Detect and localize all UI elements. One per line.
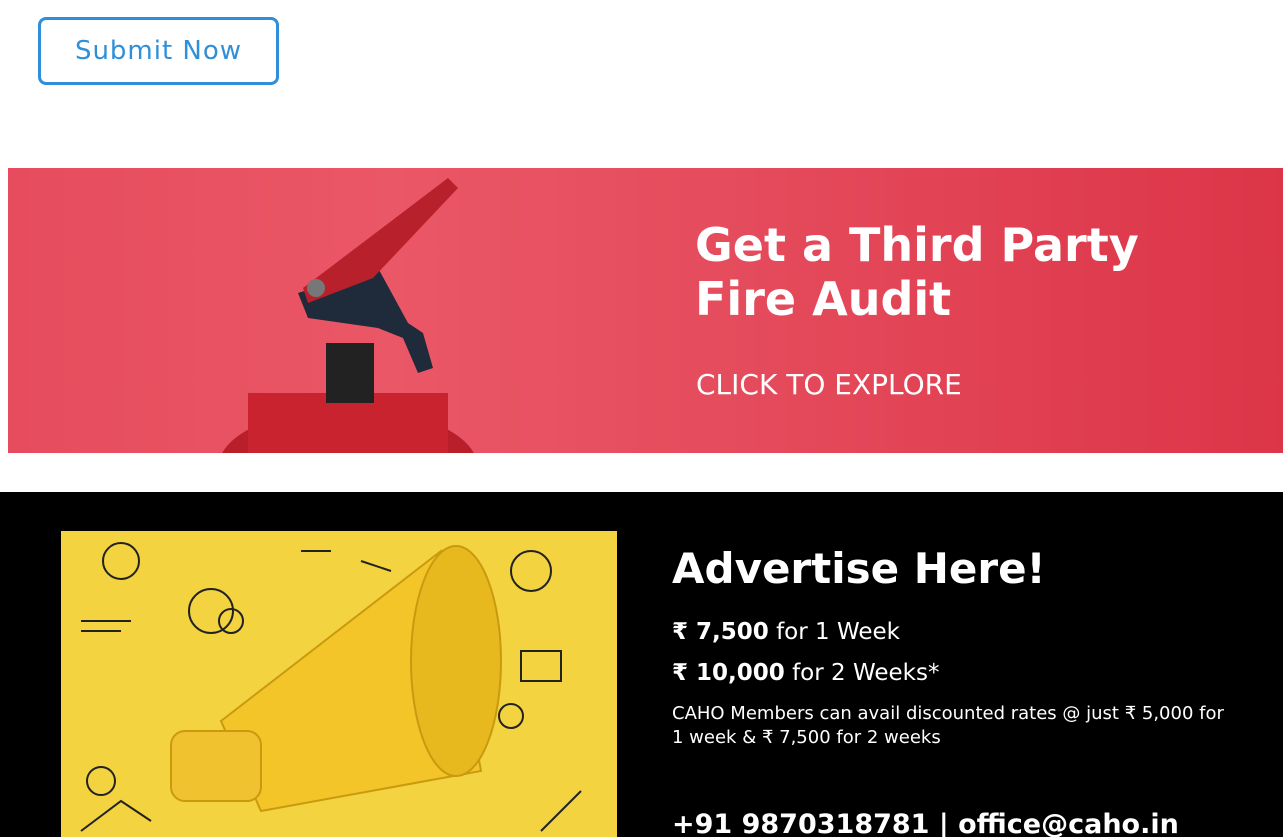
price-2-amount: ₹ 10,000	[672, 660, 785, 686]
advertise-banner[interactable]: Advertise Here! ₹ 7,500 for 1 Week ₹ 10,…	[0, 492, 1283, 837]
member-discount-note: CAHO Members can avail discounted rates …	[672, 703, 1224, 748]
fire-extinguisher-icon	[222, 178, 474, 453]
submit-now-button[interactable]: Submit Now	[38, 17, 279, 85]
megaphone-illustration	[61, 531, 617, 837]
fire-audit-banner[interactable]: Get a Third Party Fire Audit CLICK TO EXP…	[8, 168, 1283, 453]
price-1-label: for 1 Week	[768, 619, 900, 645]
price-1-amount: ₹ 7,500	[672, 619, 769, 645]
contact-info[interactable]: +91 9870318781 | office@caho.in	[672, 809, 1179, 837]
megaphone-icon	[80, 542, 582, 832]
price-1-week: ₹ 7,500 for 1 Week	[672, 619, 900, 645]
price-2-label: for 2 Weeks*	[784, 660, 940, 686]
advertise-title: Advertise Here!	[672, 544, 1046, 593]
fire-banner-title: Get a Third Party Fire Audit	[695, 218, 1139, 326]
fire-title-line1: Get a Third Party	[695, 218, 1139, 272]
fire-title-line2: Fire Audit	[695, 272, 952, 326]
price-2-weeks: ₹ 10,000 for 2 Weeks*	[672, 660, 939, 686]
click-to-explore-link[interactable]: CLICK TO EXPLORE	[696, 368, 962, 401]
